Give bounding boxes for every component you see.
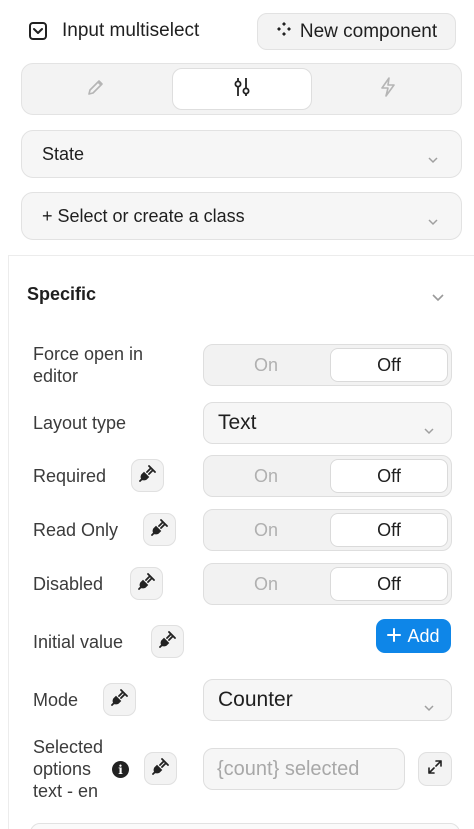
new-component-label: New component	[299, 20, 438, 42]
plug-icon	[158, 630, 177, 653]
toggle-on-option[interactable]: On	[204, 510, 328, 550]
expand-icon	[427, 759, 443, 780]
selected-options-label-line: Selected	[33, 737, 104, 757]
read-only-label: Read Only	[33, 520, 119, 540]
tab-interactions[interactable]	[318, 68, 458, 110]
toggle-off-option[interactable]: Off	[330, 513, 448, 547]
toggle-on-option[interactable]: On	[204, 345, 328, 385]
chevron-down-icon	[423, 417, 435, 441]
disabled-label: Disabled	[33, 574, 104, 594]
lightning-icon	[378, 76, 398, 103]
new-component-button[interactable]: New component	[257, 13, 456, 50]
initial-value-label: Initial value	[33, 632, 124, 652]
component-icon	[29, 22, 47, 40]
layout-type-value: Text	[218, 411, 257, 434]
info-icon[interactable]: i	[112, 761, 129, 778]
section-border	[8, 255, 9, 829]
toggle-off-option[interactable]: Off	[330, 459, 448, 493]
selected-options-placeholder: {count} selected	[217, 757, 360, 780]
selected-options-text-input[interactable]: {count} selected	[203, 748, 405, 790]
expand-editor-button[interactable]	[418, 752, 452, 786]
mode-value: Counter	[218, 688, 293, 711]
chevron-down-icon	[427, 148, 439, 169]
toggle-on-option[interactable]: On	[204, 564, 328, 604]
chevron-down-icon	[427, 210, 439, 231]
selected-options-label-line: text - en	[33, 781, 99, 801]
bind-data-button[interactable]	[143, 513, 176, 546]
sliders-icon	[232, 76, 252, 103]
toggle-on-option[interactable]: On	[204, 456, 328, 496]
plug-icon	[137, 572, 156, 595]
selected-options-label-line: options	[33, 759, 92, 779]
plug-icon	[151, 757, 170, 780]
chevron-down-icon	[423, 694, 435, 718]
bind-data-button[interactable]	[130, 567, 163, 600]
required-toggle[interactable]: On Off	[203, 455, 452, 497]
state-select-label: State	[42, 143, 85, 164]
next-field-box	[30, 823, 460, 829]
add-initial-value-button[interactable]: Add	[376, 619, 451, 653]
components-icon	[276, 21, 292, 43]
component-title: Input multiselect	[62, 20, 200, 41]
section-collapse-icon[interactable]	[431, 289, 445, 307]
mode-label: Mode	[33, 690, 79, 710]
plug-icon	[138, 464, 157, 487]
required-label: Required	[33, 466, 107, 486]
bind-data-button[interactable]	[151, 625, 184, 658]
add-button-label: Add	[407, 625, 440, 646]
force-open-toggle[interactable]: On Off	[203, 344, 452, 386]
toggle-off-option[interactable]: Off	[330, 348, 448, 382]
mode-select[interactable]: Counter	[203, 679, 452, 721]
bind-data-button[interactable]	[131, 459, 164, 492]
disabled-toggle[interactable]: On Off	[203, 563, 452, 605]
plus-icon	[387, 626, 402, 647]
plug-icon	[150, 518, 169, 541]
read-only-toggle[interactable]: On Off	[203, 509, 452, 551]
class-select[interactable]: + Select or create a class	[21, 192, 462, 240]
section-title: Specific	[27, 284, 97, 304]
plug-icon	[110, 688, 129, 711]
class-select-label: + Select or create a class	[42, 205, 245, 226]
panel-tabs	[21, 63, 462, 115]
toggle-off-option[interactable]: Off	[330, 567, 448, 601]
force-open-label: Force open in editor	[33, 344, 144, 386]
bind-data-button[interactable]	[144, 752, 177, 785]
layout-type-label: Layout type	[33, 413, 127, 433]
layout-type-select[interactable]: Text	[203, 402, 452, 444]
state-select[interactable]: State	[21, 130, 462, 178]
section-divider	[8, 255, 474, 256]
bind-data-button[interactable]	[103, 683, 136, 716]
tab-style[interactable]	[26, 68, 166, 110]
pencil-icon	[86, 77, 106, 102]
tab-settings[interactable]	[172, 68, 312, 110]
